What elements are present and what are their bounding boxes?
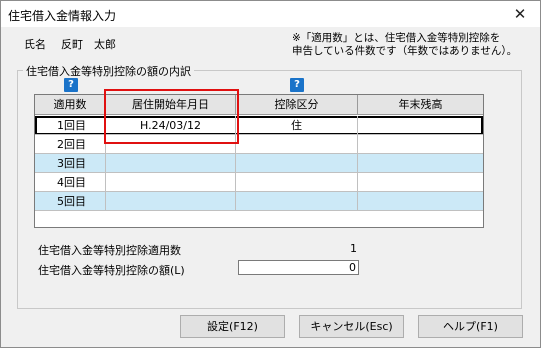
name-value: 反町 太郎 bbox=[61, 38, 116, 51]
deduction-table: 適用数 居住開始年月日 控除区分 年末残高 1回目 H.24/03/12 住 2… bbox=[34, 94, 484, 228]
note-line-2: 申告している件数です（年数ではありません）。 bbox=[292, 45, 518, 57]
applied-count-value: 1 bbox=[350, 242, 357, 255]
column-header-applied-count: 適用数 bbox=[35, 95, 106, 115]
table-row[interactable]: 1回目 H.24/03/12 住 bbox=[35, 116, 483, 135]
table-row[interactable]: 4回目 bbox=[35, 173, 483, 192]
start-date-cell[interactable] bbox=[106, 154, 236, 173]
deduction-category-cell[interactable] bbox=[236, 135, 358, 154]
help-icon-applied-count[interactable]: ? bbox=[64, 78, 78, 92]
row-label: 5回目 bbox=[35, 192, 106, 211]
help-icon-deduction-category[interactable]: ? bbox=[290, 78, 304, 92]
column-header-year-end-balance: 年末残高 bbox=[358, 95, 483, 115]
table-row[interactable]: 2回目 bbox=[35, 135, 483, 154]
annotation-highlight-box bbox=[104, 89, 239, 144]
applied-count-label: 住宅借入金等特別控除適用数 bbox=[38, 244, 181, 257]
row-label: 2回目 bbox=[35, 135, 106, 154]
deduction-amount-input[interactable]: 0 bbox=[238, 260, 359, 275]
column-header-deduction-category: 控除区分 bbox=[236, 95, 358, 115]
note-line-1: ※「適用数」とは、住宅借入金等特別控除を bbox=[292, 32, 501, 44]
row-label: 1回目 bbox=[35, 116, 106, 135]
note-text: ※「適用数」とは、住宅借入金等特別控除を 申告している件数です（年数ではありませ… bbox=[292, 32, 517, 58]
year-end-balance-cell[interactable] bbox=[358, 154, 483, 173]
ok-button[interactable]: 設定(F12) bbox=[180, 315, 285, 338]
deduction-category-cell[interactable] bbox=[236, 192, 358, 211]
row-label: 4回目 bbox=[35, 173, 106, 192]
row-label: 3回目 bbox=[35, 154, 106, 173]
table-row[interactable]: 3回目 bbox=[35, 154, 483, 173]
start-date-cell[interactable] bbox=[106, 173, 236, 192]
close-icon[interactable]: ✕ bbox=[500, 1, 540, 27]
deduction-category-cell[interactable]: 住 bbox=[236, 116, 358, 135]
table-row[interactable]: 5回目 bbox=[35, 192, 483, 211]
start-date-cell[interactable] bbox=[106, 192, 236, 211]
window-title: 住宅借入金情報入力 bbox=[8, 9, 117, 23]
year-end-balance-cell[interactable] bbox=[358, 135, 483, 154]
year-end-balance-cell[interactable] bbox=[358, 173, 483, 192]
deduction-category-cell[interactable] bbox=[236, 173, 358, 192]
dialog-window: 住宅借入金情報入力 ✕ 氏名 反町 太郎 ※「適用数」とは、住宅借入金等特別控除… bbox=[0, 0, 541, 348]
deduction-amount-label: 住宅借入金等特別控除の額(L) bbox=[38, 264, 185, 277]
year-end-balance-cell[interactable] bbox=[358, 192, 483, 211]
deduction-category-cell[interactable] bbox=[236, 154, 358, 173]
help-button[interactable]: ヘルプ(F1) bbox=[418, 315, 523, 338]
groupbox-legend: 住宅借入金等特別控除の額の内訳 bbox=[23, 63, 194, 79]
title-bar: 住宅借入金情報入力 ✕ bbox=[1, 1, 540, 27]
year-end-balance-cell[interactable] bbox=[358, 116, 483, 135]
cancel-button[interactable]: キャンセル(Esc) bbox=[299, 315, 404, 338]
name-label: 氏名 bbox=[24, 38, 46, 51]
